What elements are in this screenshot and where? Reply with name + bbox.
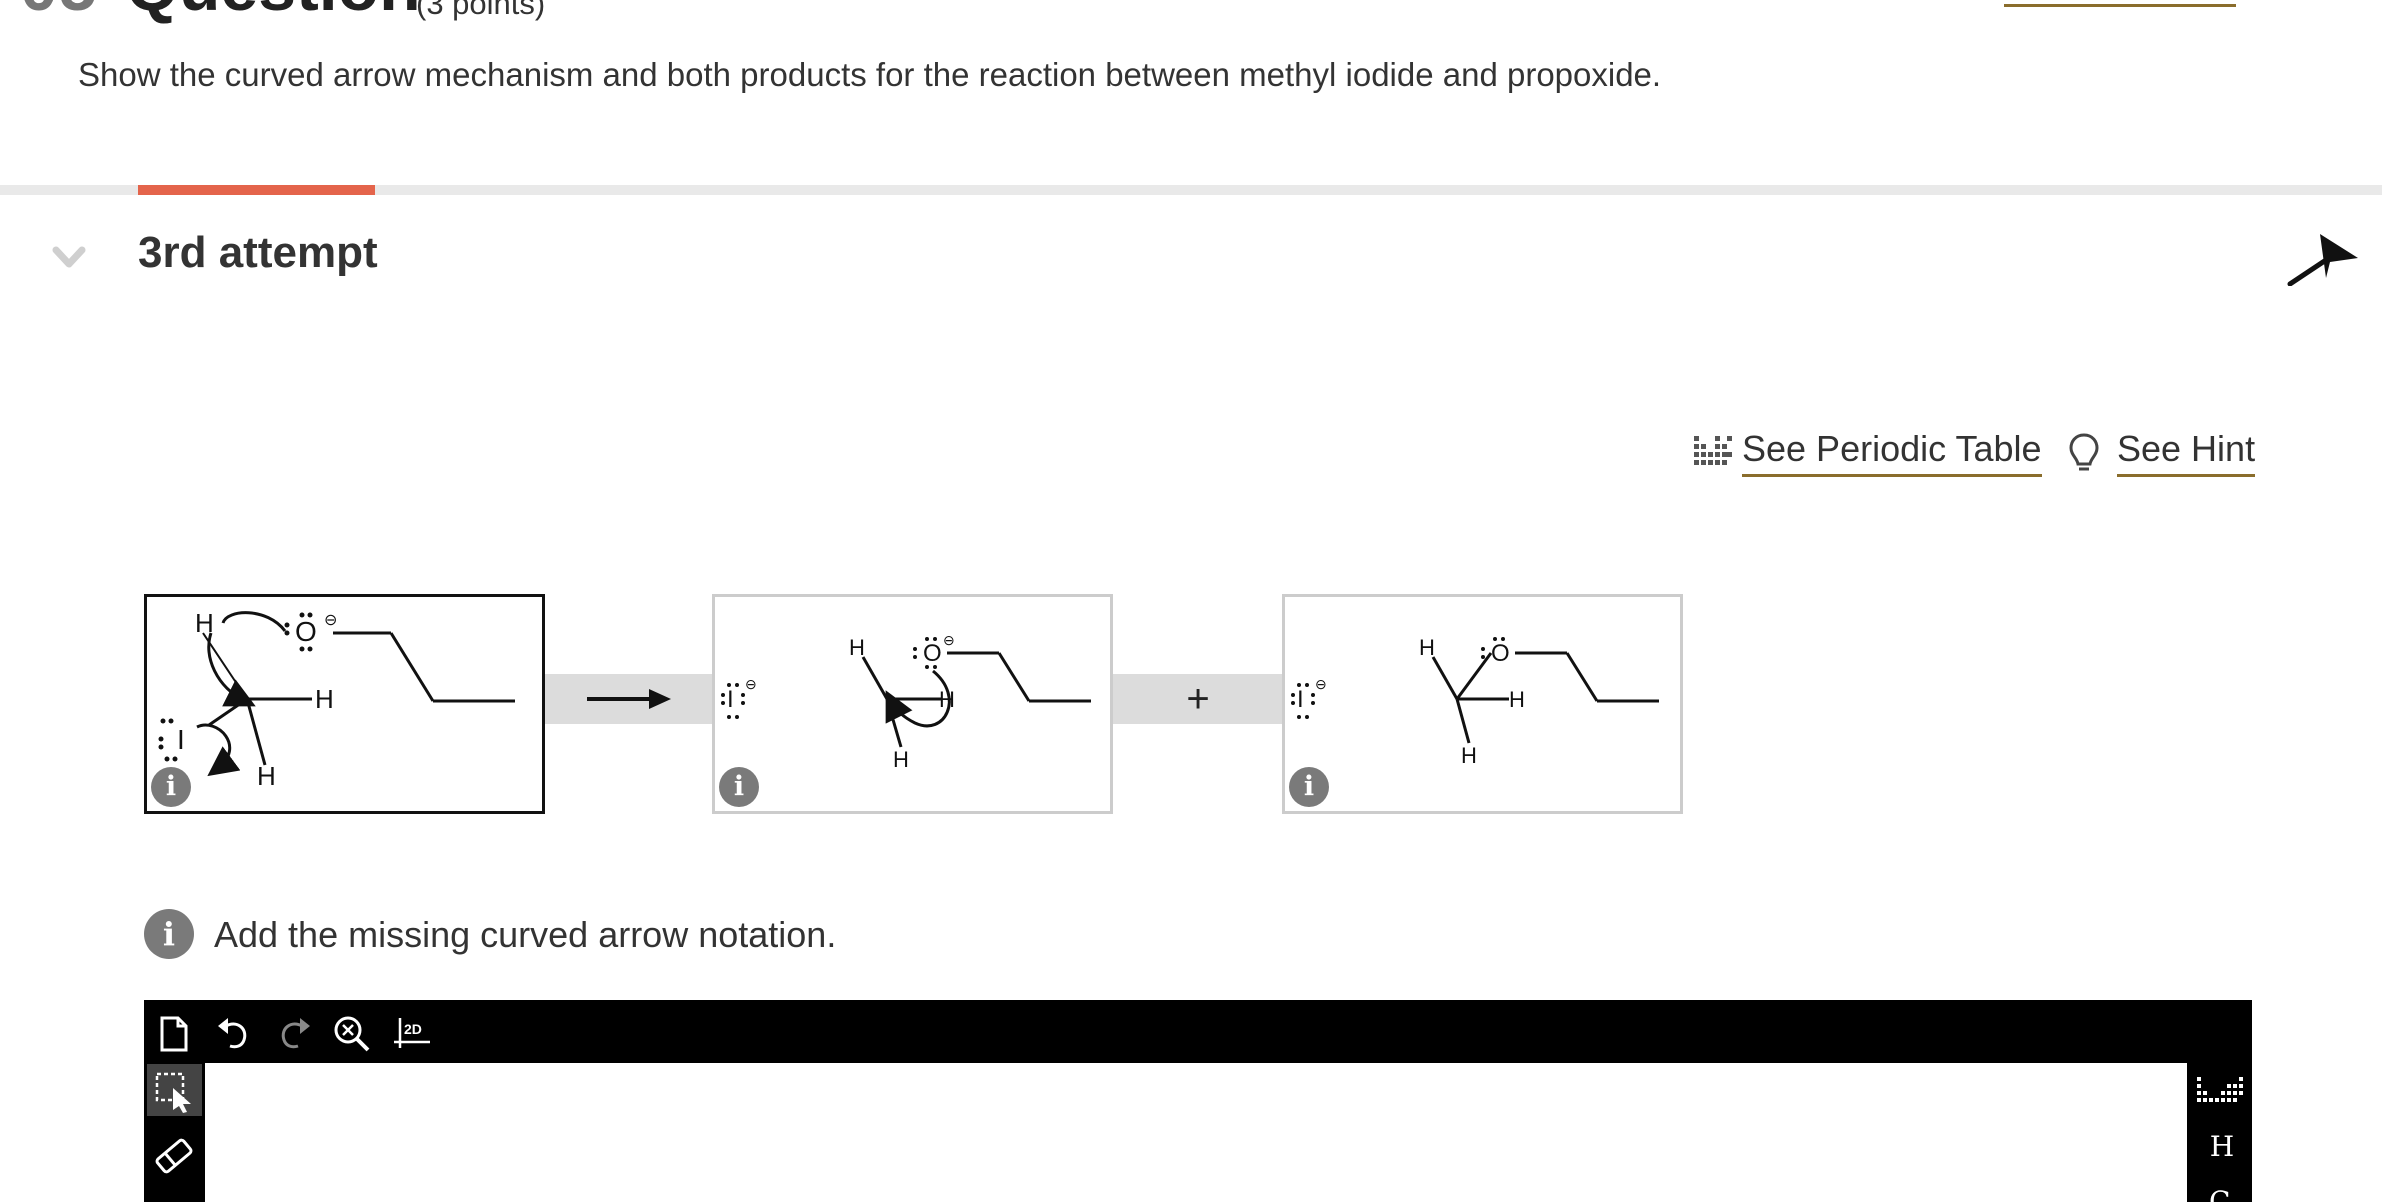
selection-icon[interactable] [147,1064,202,1116]
top-link-underline[interactable] [2004,4,2236,7]
drawing-canvas[interactable] [205,1063,2187,1202]
mechanism-step-3[interactable]: I ⊖ H H H O i [1282,594,1683,814]
attempt-tab-indicator [138,185,375,195]
info-icon: i [144,909,194,959]
lightbulb-icon[interactable] [2068,432,2100,474]
info-icon[interactable]: i [151,767,191,807]
redo-icon[interactable] [272,1012,316,1056]
new-document-icon[interactable] [152,1012,196,1056]
question-points: (3 points) [416,0,546,21]
svg-text:⊖: ⊖ [745,676,757,692]
svg-text:H: H [1419,635,1435,660]
svg-text:H: H [1461,743,1477,768]
svg-text:I: I [727,686,734,713]
2d-clean-icon[interactable]: 2D [392,1012,436,1056]
eraser-icon[interactable] [147,1130,202,1182]
info-icon[interactable]: i [1289,767,1329,807]
question-number: 05 [20,0,98,26]
see-hint-link[interactable]: See Hint [2117,428,2256,477]
attempt-label[interactable]: 3rd attempt [138,228,378,278]
svg-text:H: H [257,761,276,791]
see-periodic-table-link[interactable]: See Periodic Table [1742,428,2042,477]
svg-text:⊖: ⊖ [1315,676,1327,692]
feedback-message: Add the missing curved arrow notation. [214,914,837,955]
mechanism-step-1[interactable]: H H H O ⊖ I i [144,594,545,814]
svg-text:H: H [893,747,909,772]
svg-text:H: H [1509,687,1525,712]
mechanism-step-2[interactable]: I ⊖ H H H O ⊖ i [712,594,1113,814]
svg-text:I: I [177,724,185,755]
chevron-down-icon[interactable] [52,242,86,272]
svg-text:O: O [923,640,942,667]
periodic-table-icon[interactable] [1694,432,1732,470]
zoom-reset-icon[interactable] [330,1012,374,1056]
plus-sign: + [1186,677,1210,721]
undo-icon[interactable] [212,1012,256,1056]
svg-text:⊖: ⊖ [324,612,337,629]
svg-text:H: H [849,635,865,660]
info-icon[interactable]: i [719,767,759,807]
element-hydrogen-button[interactable]: H [2204,1130,2240,1163]
svg-text:O: O [295,616,317,647]
svg-text:O: O [1491,640,1510,667]
periodic-table-icon[interactable] [2197,1075,2243,1105]
question-prompt: Show the curved arrow mechanism and both… [78,56,1662,93]
svg-text:⊖: ⊖ [943,632,955,648]
svg-text:I: I [1297,686,1304,713]
question-title: Question [126,0,421,26]
reaction-arrow-connector [545,674,712,724]
element-carbon-button[interactable]: C [2209,1188,2239,1202]
pin-icon[interactable] [2286,232,2358,287]
svg-text:2D: 2D [404,1021,422,1037]
svg-text:H: H [315,684,334,714]
